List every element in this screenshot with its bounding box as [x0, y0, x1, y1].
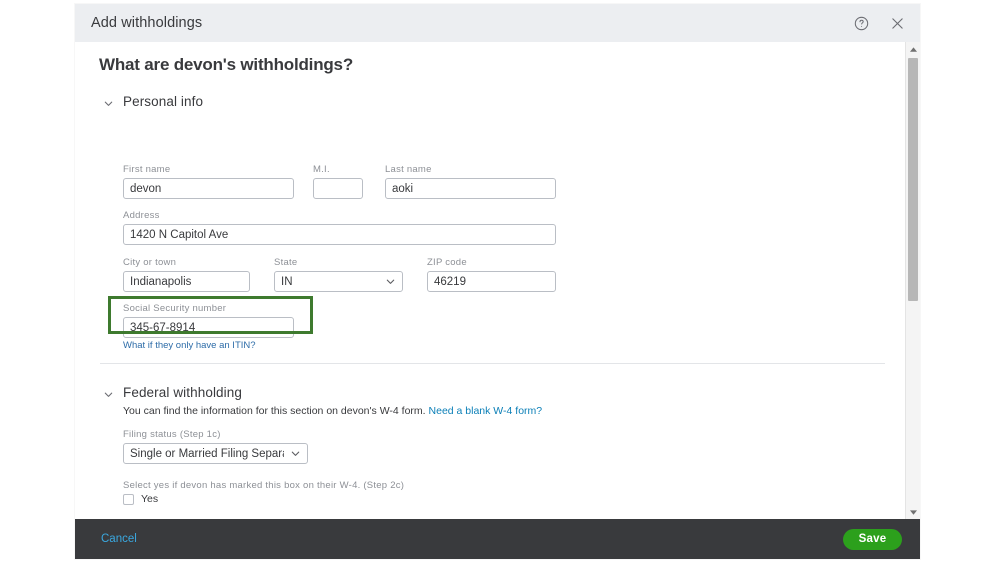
label-middle-initial: M.I.: [313, 164, 330, 175]
federal-intro-sentence: You can find the information for this se…: [123, 405, 426, 417]
city-input[interactable]: [123, 271, 250, 292]
federal-intro-text: You can find the information for this se…: [123, 405, 542, 417]
blank-w4-link[interactable]: Need a blank W-4 form?: [429, 405, 543, 417]
address-input[interactable]: [123, 224, 556, 245]
ssn-input[interactable]: [123, 317, 294, 338]
last-name-input[interactable]: [385, 178, 556, 199]
chevron-down-icon: [385, 276, 396, 287]
close-icon[interactable]: [888, 14, 906, 32]
caret-up-icon[interactable]: [906, 42, 920, 56]
step2c-yes-checkbox[interactable]: Yes: [123, 493, 158, 505]
dialog-body: What are devon's withholdings? Personal …: [75, 42, 920, 519]
first-name-input[interactable]: [123, 178, 294, 199]
label-filing-status: Filing status (Step 1c): [123, 429, 221, 440]
label-first-name: First name: [123, 164, 170, 175]
form-scroll-area: What are devon's withholdings? Personal …: [75, 42, 895, 519]
checkbox-box-icon: [123, 494, 134, 505]
filing-status-select[interactable]: Single or Married Filing Separately: [123, 443, 308, 464]
help-circle-icon[interactable]: [852, 14, 870, 32]
section-header-federal-withholding[interactable]: Federal withholding: [103, 385, 242, 400]
dialog-header: Add withholdings: [75, 4, 920, 42]
step2c-checkbox-label: Yes: [141, 493, 158, 505]
state-select-value: IN: [281, 276, 379, 288]
label-zip: ZIP code: [427, 257, 467, 268]
label-ssn: Social Security number: [123, 303, 226, 314]
screen: Add withholdings: [0, 0, 999, 562]
page-title: What are devon's withholdings?: [99, 55, 353, 75]
save-button[interactable]: Save: [843, 529, 902, 550]
label-state: State: [274, 257, 297, 268]
dialog-footer: Cancel Save: [75, 519, 920, 559]
label-last-name: Last name: [385, 164, 432, 175]
section-header-personal-info[interactable]: Personal info: [103, 94, 203, 109]
chevron-down-icon: [103, 96, 114, 107]
filing-status-value: Single or Married Filing Separately: [130, 448, 284, 460]
add-withholdings-dialog: Add withholdings: [75, 4, 920, 559]
label-city: City or town: [123, 257, 176, 268]
state-select[interactable]: IN: [274, 271, 403, 292]
label-step2c: Select yes if devon has marked this box …: [123, 480, 404, 491]
caret-down-icon[interactable]: [906, 505, 920, 519]
scrollbar-thumb[interactable]: [908, 58, 918, 301]
itin-help-link[interactable]: What if they only have an ITIN?: [123, 340, 256, 351]
vertical-scrollbar[interactable]: [905, 42, 920, 519]
cancel-button[interactable]: Cancel: [101, 533, 137, 545]
chevron-down-icon: [290, 448, 301, 459]
chevron-down-icon: [103, 387, 114, 398]
zip-input[interactable]: [427, 271, 556, 292]
middle-initial-input[interactable]: [313, 178, 363, 199]
dialog-title: Add withholdings: [91, 15, 202, 31]
dialog-header-actions: [852, 14, 906, 32]
label-address: Address: [123, 210, 160, 221]
section-divider: [100, 363, 885, 364]
section-title-federal-withholding: Federal withholding: [123, 385, 242, 400]
section-title-personal-info: Personal info: [123, 94, 203, 109]
